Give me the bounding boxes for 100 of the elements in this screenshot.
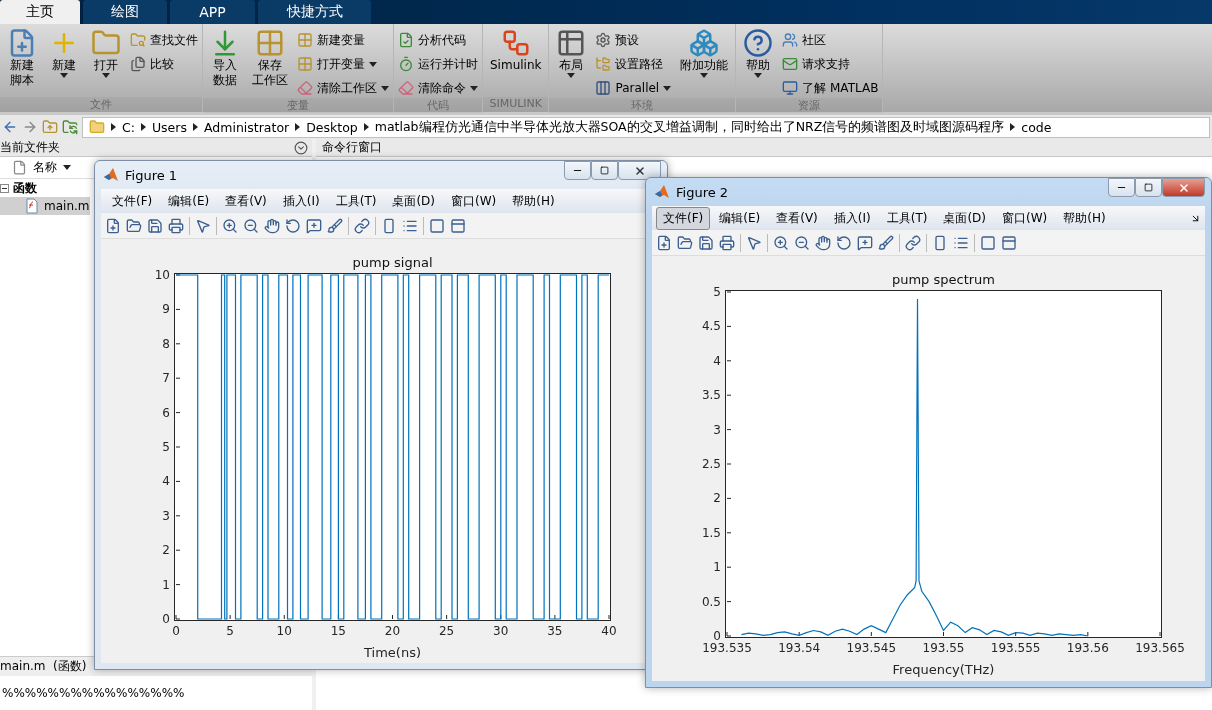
ribbon-button[interactable]: Parallel: [595, 78, 672, 98]
hand-icon[interactable]: [264, 217, 280, 234]
ribbon-button[interactable]: 新建: [46, 28, 82, 97]
square-icon[interactable]: [429, 217, 445, 234]
menu-item[interactable]: 插入(I): [826, 206, 878, 230]
pane-menu-icon[interactable]: [294, 140, 308, 155]
new-file-icon[interactable]: [105, 217, 121, 234]
caret-icon: [63, 165, 71, 170]
column-header[interactable]: 名称: [33, 159, 57, 176]
ribbon-tab[interactable]: 绘图: [83, 0, 167, 24]
link-icon[interactable]: [354, 217, 370, 234]
menu-item[interactable]: 插入(I): [275, 189, 327, 213]
maximize-icon: [1144, 183, 1153, 192]
ribbon-button[interactable]: 导入 数据: [207, 28, 243, 98]
menu-item[interactable]: 帮助(H): [505, 189, 562, 213]
rotate-icon[interactable]: [836, 234, 852, 251]
menu-item[interactable]: 工具(T): [328, 189, 384, 213]
ribbon-button[interactable]: 打开变量: [297, 54, 389, 74]
ribbon-button[interactable]: 查找文件: [130, 30, 198, 50]
menu-item[interactable]: 编辑(E): [161, 189, 217, 213]
breadcrumb[interactable]: Desktop: [306, 119, 358, 135]
path-field[interactable]: C: Users Administrator Desktop matlab编程仿光通信中半导体光放大器SOA的交叉增益调制，同时给出了NRZ信号的频谱图及时域图源码程序 code: [82, 116, 1210, 138]
data-tip-icon[interactable]: [857, 234, 873, 251]
menu-item[interactable]: 文件(F): [656, 206, 711, 230]
printer-icon[interactable]: [719, 234, 735, 251]
hand-icon[interactable]: [815, 234, 831, 251]
minimize-button[interactable]: [1108, 178, 1135, 197]
breadcrumb[interactable]: Administrator: [203, 119, 290, 135]
menu-item[interactable]: 帮助(H): [1056, 206, 1113, 230]
printer-icon[interactable]: [168, 217, 184, 234]
folder-icon[interactable]: [126, 217, 142, 234]
tick-label: 7: [162, 371, 170, 386]
ribbon-button[interactable]: Simulink: [487, 28, 545, 97]
data-tip-icon[interactable]: [306, 217, 322, 234]
ribbon-button[interactable]: 帮助: [740, 28, 777, 98]
folder-sync-icon[interactable]: [62, 119, 78, 135]
colorbar-icon[interactable]: [381, 217, 397, 234]
breadcrumb[interactable]: Users: [151, 119, 187, 135]
panel-icon[interactable]: [1001, 234, 1017, 251]
breadcrumb[interactable]: code: [1021, 119, 1052, 135]
menu-item[interactable]: 查看(V): [218, 189, 274, 213]
back-icon[interactable]: [2, 119, 18, 135]
breadcrumb[interactable]: matlab编程仿光通信中半导体光放大器SOA的交叉增益调制，同时给出了NRZ信号的频谱图及时域图源码程序: [374, 118, 1005, 136]
ribbon-button[interactable]: 设置路径: [595, 54, 672, 74]
zoom-out-icon[interactable]: [794, 234, 810, 251]
ribbon-tab[interactable]: 快捷方式: [258, 0, 371, 24]
square-icon[interactable]: [980, 234, 996, 251]
rotate-icon[interactable]: [285, 217, 301, 234]
ribbon-button[interactable]: 新建变量: [297, 30, 389, 50]
ribbon-button[interactable]: 清除工作区: [297, 78, 389, 98]
zoom-in-icon[interactable]: [773, 234, 789, 251]
breadcrumb[interactable]: C:: [122, 119, 135, 135]
ribbon-button[interactable]: 比较: [130, 54, 198, 74]
menu-item[interactable]: 窗口(W): [995, 206, 1055, 230]
file-row[interactable]: main.m: [0, 197, 90, 215]
menu-item[interactable]: 桌面(D): [936, 206, 993, 230]
colorbar-icon[interactable]: [932, 234, 948, 251]
pointer-icon[interactable]: [746, 234, 762, 251]
menu-item[interactable]: 工具(T): [879, 206, 935, 230]
save-icon[interactable]: [698, 234, 714, 251]
ribbon-button[interactable]: 预设: [595, 30, 672, 50]
ribbon-button[interactable]: 请求支持: [782, 54, 879, 74]
menu-item[interactable]: 桌面(D): [385, 189, 442, 213]
maximize-button[interactable]: [1135, 178, 1162, 197]
brush-icon[interactable]: [327, 217, 343, 234]
menu-item[interactable]: 编辑(E): [712, 206, 768, 230]
zoom-in-icon[interactable]: [222, 217, 238, 234]
ribbon-button[interactable]: 清除命令: [398, 78, 478, 98]
ribbon-button[interactable]: 打开: [88, 28, 124, 97]
ribbon-button[interactable]: 分析代码: [398, 30, 478, 50]
ribbon-button[interactable]: 附加功能: [677, 28, 732, 98]
pointer-icon[interactable]: [195, 217, 211, 234]
save-icon[interactable]: [147, 217, 163, 234]
ribbon-button[interactable]: 了解 MATLAB: [782, 78, 879, 98]
maximize-button[interactable]: [591, 161, 618, 180]
ribbon-button[interactable]: 布局: [553, 28, 590, 98]
collapse-icon[interactable]: [0, 183, 9, 193]
group-label: 代码: [394, 98, 482, 113]
forward-icon[interactable]: [22, 119, 38, 135]
ribbon-button[interactable]: 社区: [782, 30, 879, 50]
menu-item[interactable]: 查看(V): [769, 206, 825, 230]
ribbon-button[interactable]: 保存 工作区: [249, 28, 291, 98]
close-button[interactable]: [1162, 178, 1205, 197]
new-file-icon[interactable]: [656, 234, 672, 251]
link-icon[interactable]: [905, 234, 921, 251]
ribbon-button[interactable]: 运行并计时: [398, 54, 478, 74]
zoom-out-icon[interactable]: [243, 217, 259, 234]
ribbon-tab[interactable]: APP: [170, 0, 255, 24]
brush-icon[interactable]: [878, 234, 894, 251]
ribbon-button[interactable]: 新建 脚本: [4, 28, 40, 97]
file-preview: %%%%%%%%%%%%%%%%: [2, 686, 185, 700]
minimize-button[interactable]: [564, 161, 591, 180]
tick-label: 30: [493, 624, 509, 638]
panel-icon[interactable]: [450, 217, 466, 234]
close-button[interactable]: [618, 161, 661, 180]
ribbon-tab[interactable]: 主页: [0, 0, 80, 24]
menu-item[interactable]: 文件(F): [105, 189, 160, 213]
menu-item[interactable]: 窗口(W): [444, 189, 504, 213]
folder-icon[interactable]: [677, 234, 693, 251]
files-icon: [130, 56, 146, 72]
